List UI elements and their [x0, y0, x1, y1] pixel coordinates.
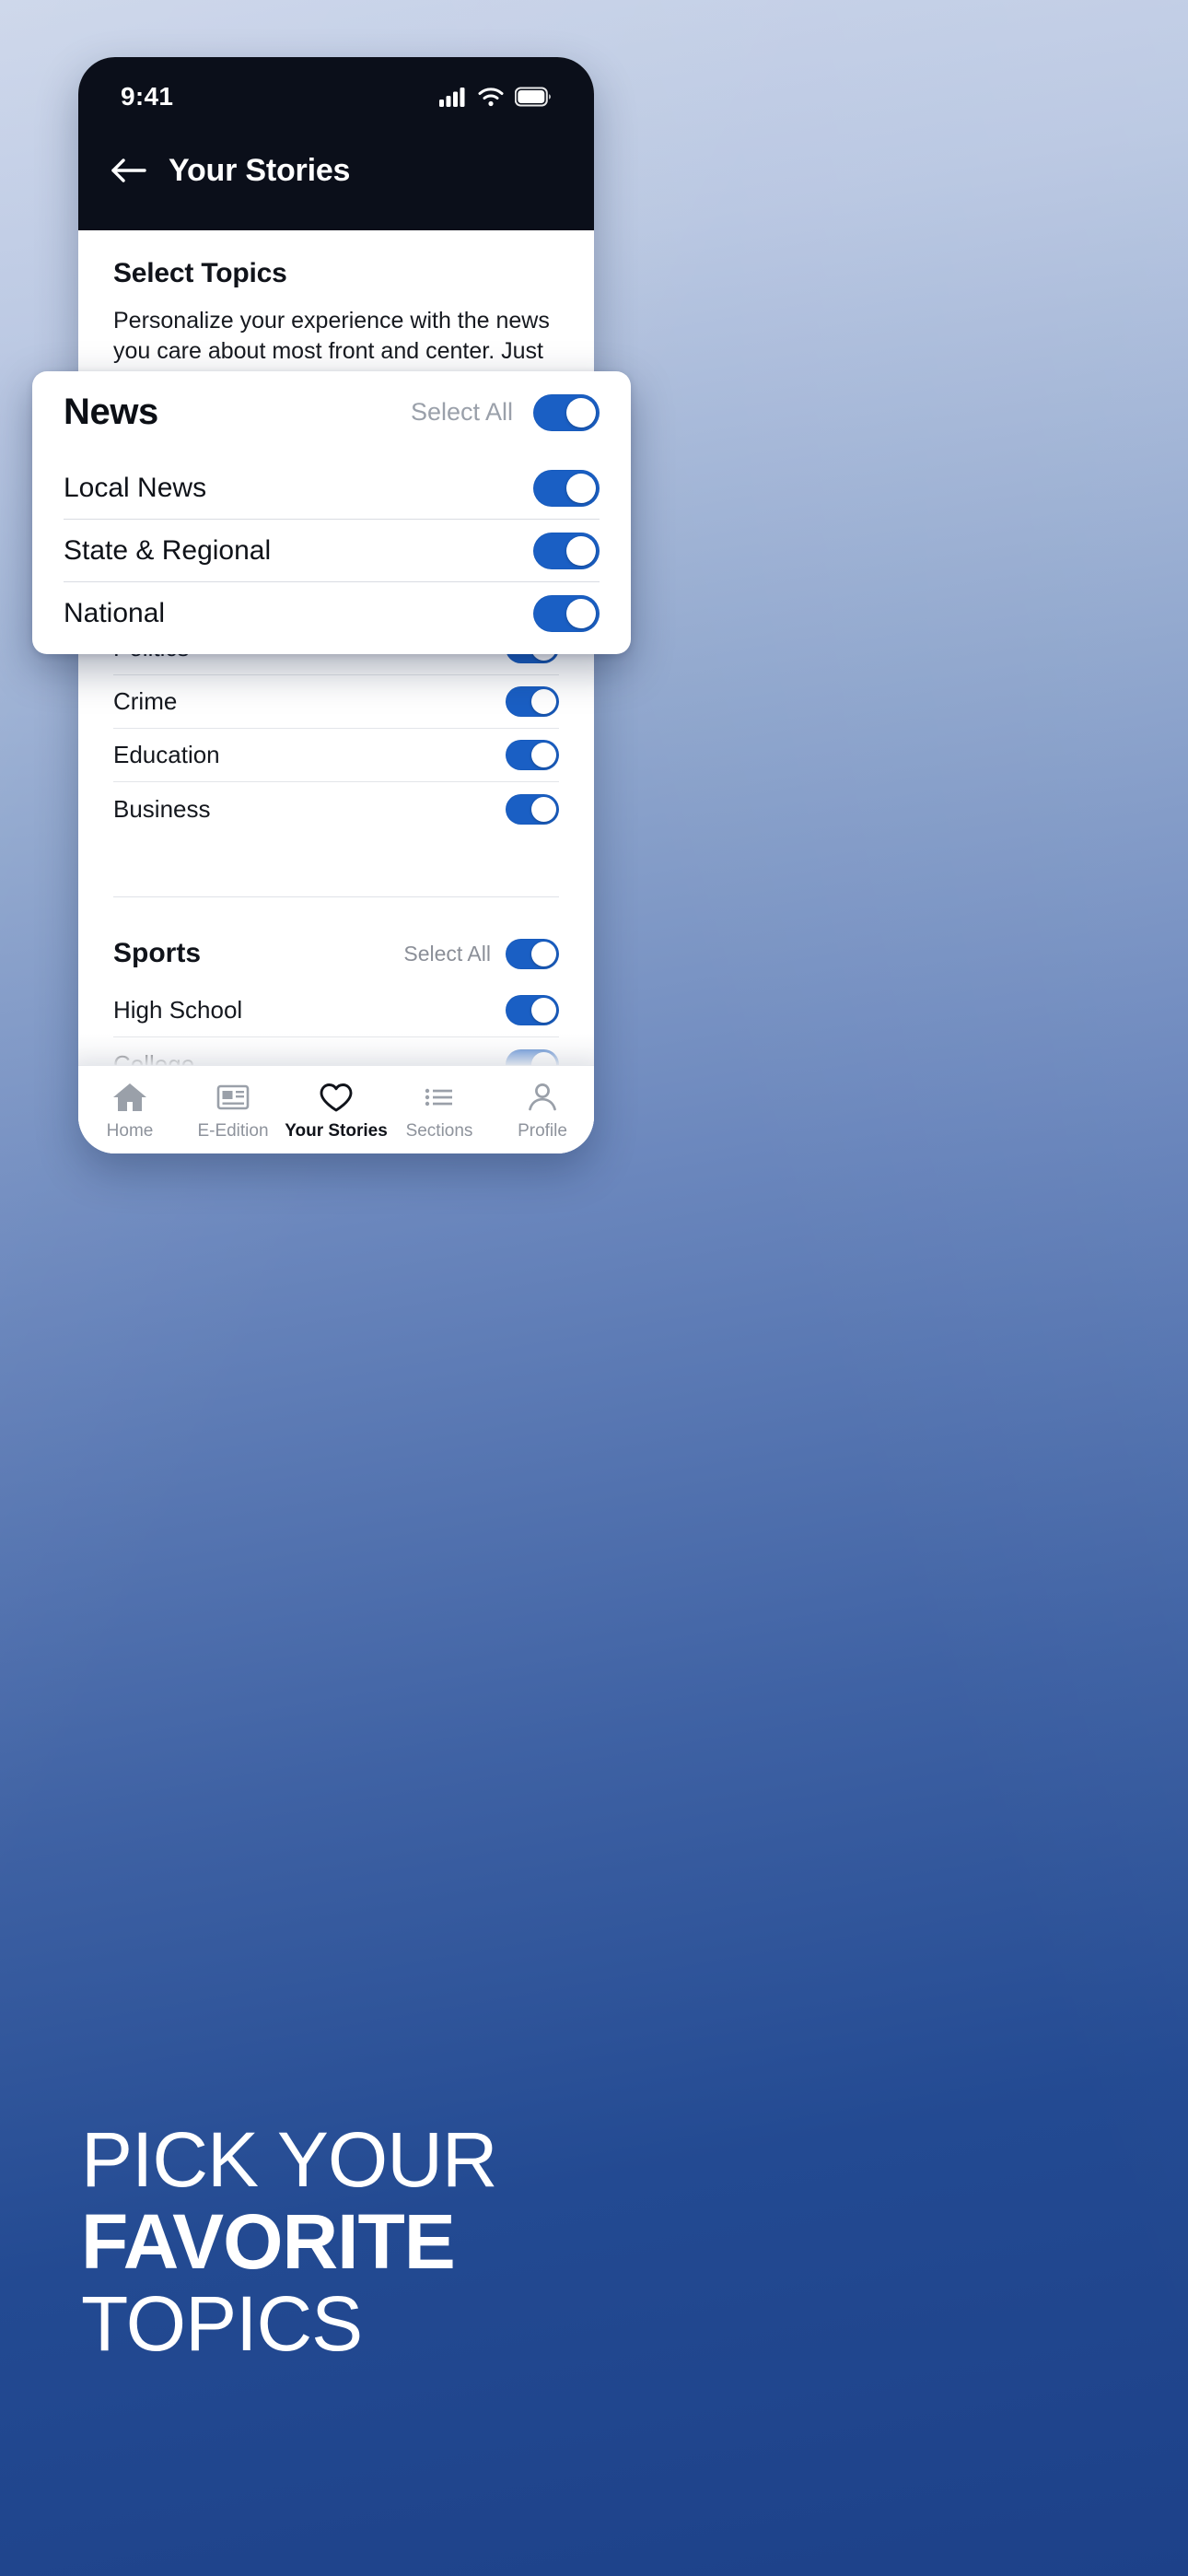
tab-label: Sections	[405, 1120, 473, 1141]
topic-row-state-regional[interactable]: State & Regional	[64, 520, 600, 582]
tab-home[interactable]: Home	[78, 1079, 181, 1142]
select-topics-heading: Select Topics	[113, 258, 287, 288]
promo-line-1: PICK YOUR	[81, 2116, 498, 2203]
topic-label: Education	[113, 741, 220, 768]
topic-label: Crime	[113, 687, 178, 715]
news-card-header: News Select All	[64, 392, 600, 457]
promo-line-2: FAVORITE	[81, 2198, 456, 2286]
topic-toggle-national[interactable]	[533, 595, 600, 632]
sports-select-all-label: Select All	[403, 941, 491, 966]
topic-toggle-business[interactable]	[506, 793, 559, 825]
topic-label: National	[64, 598, 166, 628]
cellular-signal-icon	[439, 88, 465, 107]
tab-e-edition[interactable]: E-Edition	[181, 1079, 285, 1142]
topic-toggle-state-regional[interactable]	[533, 532, 600, 569]
topic-toggle-high-school[interactable]	[506, 995, 559, 1025]
section-spacer-2	[113, 907, 559, 923]
app-header: Your Stories	[78, 123, 594, 230]
tab-profile[interactable]: Profile	[491, 1079, 594, 1142]
topic-row-national[interactable]: National	[64, 582, 600, 645]
promo-line-3: TOPICS	[81, 2280, 363, 2368]
sports-select-all-toggle[interactable]	[506, 938, 559, 969]
topic-row-business[interactable]: Business	[113, 782, 559, 836]
topic-row-crime[interactable]: Crime	[113, 675, 559, 729]
battery-full-icon	[515, 87, 551, 107]
screen-content: Select Topics Personalize your experienc…	[78, 230, 594, 1153]
news-card-title: News	[64, 392, 158, 432]
section-divider	[113, 896, 559, 897]
news-select-all-toggle[interactable]	[533, 393, 600, 431]
status-clock: 9:41	[121, 82, 174, 111]
topic-row-high-school[interactable]: High School	[113, 984, 559, 1037]
status-bar: 9:41	[78, 57, 594, 123]
tab-your-stories[interactable]: Your Stories	[285, 1079, 388, 1142]
sports-section-header: Sports Select All	[113, 923, 559, 984]
news-select-all-label: Select All	[410, 398, 513, 426]
topic-toggle-local-news[interactable]	[533, 469, 600, 507]
home-icon	[113, 1083, 146, 1111]
wifi-icon	[478, 88, 504, 107]
page-title: Your Stories	[169, 152, 351, 188]
status-icons	[439, 87, 552, 107]
bottom-tab-bar: Home E-Edition Your Stories Sections Pro…	[78, 1065, 594, 1153]
news-topics-card: News Select All Local News State & Regio…	[32, 371, 631, 654]
back-arrow-icon[interactable]	[110, 157, 148, 184]
topic-label: Local News	[64, 472, 207, 503]
topic-row-local-news[interactable]: Local News	[64, 457, 600, 520]
tab-label: Your Stories	[285, 1120, 388, 1141]
topic-row-education[interactable]: Education	[113, 729, 559, 782]
sports-title: Sports	[113, 938, 202, 968]
newspaper-icon	[216, 1084, 250, 1109]
heart-icon	[320, 1083, 353, 1111]
tab-label: E-Edition	[197, 1120, 269, 1141]
topic-label: High School	[113, 996, 243, 1024]
promo-text-block: PICK YOUR FAVORITE TOPICS	[81, 2116, 1103, 2368]
tab-sections[interactable]: Sections	[388, 1079, 491, 1142]
list-icon	[425, 1088, 452, 1106]
topic-toggle-education[interactable]	[506, 740, 559, 770]
tab-label: Home	[106, 1120, 154, 1141]
topic-toggle-crime[interactable]	[506, 686, 559, 717]
topic-label: State & Regional	[64, 534, 272, 566]
topic-label: Business	[113, 794, 211, 823]
tab-label: Profile	[518, 1120, 567, 1141]
person-icon	[529, 1083, 556, 1110]
